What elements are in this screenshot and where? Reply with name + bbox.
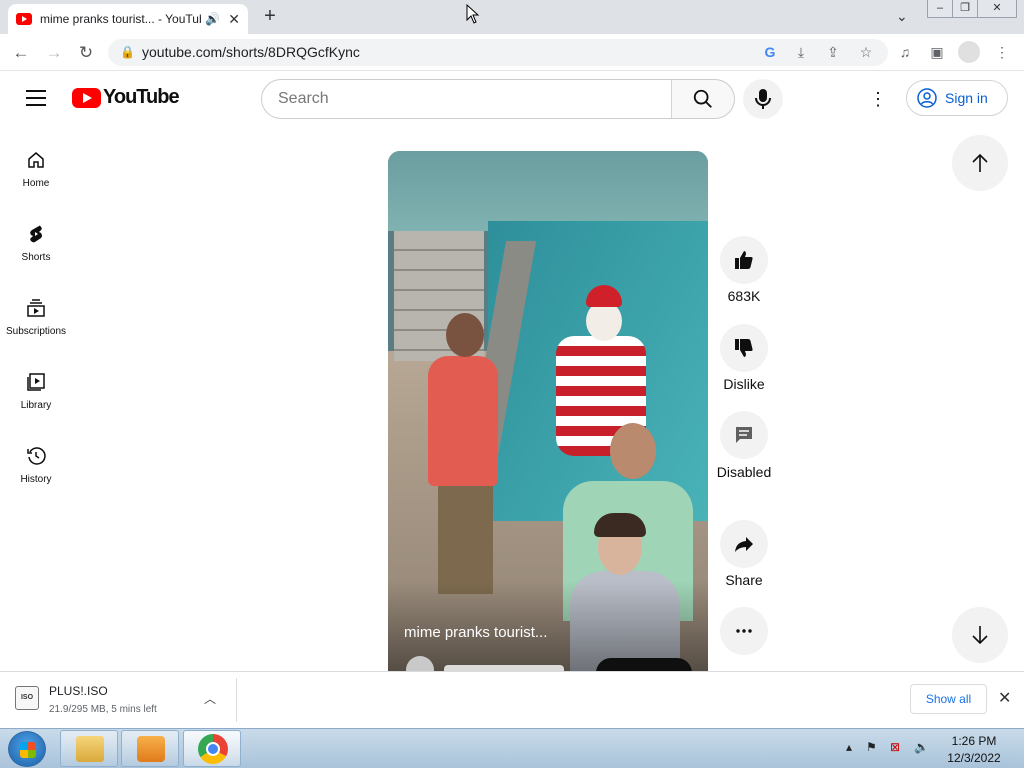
- lock-icon[interactable]: 🔒: [120, 45, 135, 59]
- video-mime-face: [586, 301, 622, 341]
- back-button[interactable]: ←: [10, 42, 32, 64]
- comments-button[interactable]: [720, 411, 768, 459]
- taskbar-explorer[interactable]: [60, 730, 118, 767]
- previous-video-button[interactable]: [952, 135, 1008, 191]
- share-button[interactable]: [720, 520, 768, 568]
- folder-icon: [76, 736, 104, 762]
- mouse-cursor-icon: [466, 4, 480, 24]
- video-person-red-shirt: [428, 356, 498, 486]
- thumbs-down-icon: [735, 339, 753, 357]
- tab-title: mime pranks tourist... - YouTube: [40, 12, 202, 26]
- iso-file-icon[interactable]: ISO: [15, 686, 39, 710]
- history-icon: [27, 447, 46, 465]
- youtube-logo-text[interactable]: YouTube: [103, 86, 180, 109]
- dislike-button[interactable]: [720, 324, 768, 372]
- share-page-icon[interactable]: ⇪: [823, 43, 843, 61]
- sidebar-item-home[interactable]: Home: [0, 150, 72, 212]
- action-center-icon[interactable]: ⚑: [866, 740, 877, 754]
- search-icon: [693, 89, 712, 108]
- guide-menu-icon[interactable]: [26, 90, 46, 106]
- shorts-icon: [30, 225, 42, 243]
- video-person-legs: [438, 484, 493, 594]
- restore-button[interactable]: ❐: [952, 0, 978, 18]
- youtube-favicon-icon: [16, 13, 32, 25]
- arrow-down-icon: [972, 626, 988, 645]
- close-shelf-icon[interactable]: ✕: [998, 688, 1011, 708]
- voice-search-button[interactable]: [743, 79, 783, 119]
- share-label: Share: [725, 572, 763, 588]
- download-shelf: [0, 671, 1024, 728]
- install-app-icon[interactable]: ⤓: [791, 43, 811, 61]
- reload-button[interactable]: ↻: [75, 42, 97, 64]
- close-window-button[interactable]: ✕: [977, 0, 1017, 18]
- show-hidden-icons[interactable]: ▴: [846, 740, 852, 754]
- sidebar-label-shorts: Shorts: [21, 252, 51, 263]
- next-video-button[interactable]: [952, 607, 1008, 663]
- more-horizontal-icon: [736, 629, 752, 633]
- tab-close-icon[interactable]: ✕: [228, 11, 240, 28]
- settings-menu-icon[interactable]: ⋮: [868, 88, 888, 110]
- thumbs-up-icon: [735, 251, 753, 269]
- url-text[interactable]: youtube.com/shorts/8DRQGcfKync: [142, 44, 360, 60]
- network-icon[interactable]: ⊠: [890, 740, 900, 754]
- show-all-downloads-button[interactable]: Show all: [910, 684, 987, 714]
- sidebar-item-library[interactable]: Library: [0, 372, 72, 434]
- taskbar-chrome[interactable]: [183, 730, 241, 767]
- download-options-chevron-icon[interactable]: ︿: [204, 690, 216, 707]
- start-button[interactable]: [8, 731, 46, 767]
- sidebar-label-home: Home: [22, 178, 50, 189]
- comments-disabled-label: Disabled: [716, 464, 772, 480]
- tab-search-icon[interactable]: ⌄: [896, 8, 908, 25]
- more-actions-button[interactable]: [720, 607, 768, 655]
- bookmark-star-icon[interactable]: ☆: [856, 43, 876, 61]
- sign-in-button[interactable]: Sign in: [906, 80, 1008, 116]
- new-tab-button[interactable]: +: [258, 4, 282, 28]
- sign-in-label: Sign in: [945, 90, 988, 106]
- video-scene-sky: [388, 151, 708, 231]
- sidebar-label-subscriptions: Subscriptions: [5, 326, 67, 337]
- share-arrow-icon: [735, 537, 753, 552]
- media-player-icon: [137, 736, 165, 762]
- side-panel-icon[interactable]: ▣: [927, 43, 947, 61]
- library-icon: [27, 373, 45, 391]
- like-button[interactable]: [720, 236, 768, 284]
- search-button[interactable]: [671, 79, 735, 119]
- youtube-logo-icon[interactable]: [72, 88, 101, 108]
- taskbar-media-player[interactable]: [121, 730, 179, 767]
- video-person-head: [446, 313, 484, 357]
- volume-icon[interactable]: 🔈: [914, 740, 929, 754]
- dislike-label: Dislike: [723, 376, 765, 392]
- sidebar-item-shorts[interactable]: Shorts: [0, 224, 72, 286]
- comment-icon: [736, 427, 752, 443]
- sidebar-item-history[interactable]: History: [0, 446, 72, 508]
- chrome-menu-icon[interactable]: ⋮: [992, 43, 1012, 61]
- microphone-icon: [755, 89, 771, 109]
- chrome-icon: [198, 734, 228, 764]
- download-status: 21.9/295 MB, 5 mins left: [49, 704, 157, 715]
- sidebar-label-history: History: [20, 474, 52, 485]
- taskbar-time[interactable]: 1:26 PM: [946, 734, 1002, 748]
- shorts-video-player[interactable]: mime pranks tourist...: [388, 151, 708, 676]
- sidebar-item-subscriptions[interactable]: Subscriptions: [0, 298, 72, 360]
- media-control-icon[interactable]: ♫: [895, 43, 915, 61]
- audio-playing-icon[interactable]: 🔊: [205, 12, 220, 26]
- minimize-button[interactable]: –: [927, 0, 953, 18]
- google-translate-icon[interactable]: G: [760, 43, 780, 61]
- video-title[interactable]: mime pranks tourist...: [404, 624, 547, 641]
- browser-tab[interactable]: mime pranks tourist... - YouTube 🔊 ✕: [8, 4, 248, 34]
- search-input[interactable]: Search: [261, 79, 672, 119]
- like-count: 683K: [727, 288, 761, 304]
- sidebar-label-library: Library: [20, 400, 52, 411]
- video-girl-hair: [594, 513, 646, 537]
- account-icon: [917, 88, 937, 108]
- profile-icon[interactable]: [958, 41, 980, 63]
- forward-button[interactable]: →: [43, 42, 65, 64]
- home-icon: [28, 152, 44, 168]
- video-person-head: [610, 423, 656, 479]
- subscriptions-icon: [27, 299, 45, 317]
- taskbar-date[interactable]: 12/3/2022: [946, 751, 1002, 765]
- shelf-divider: [236, 678, 237, 722]
- arrow-up-icon: [972, 153, 988, 172]
- download-file-name[interactable]: PLUS!.ISO: [49, 684, 108, 698]
